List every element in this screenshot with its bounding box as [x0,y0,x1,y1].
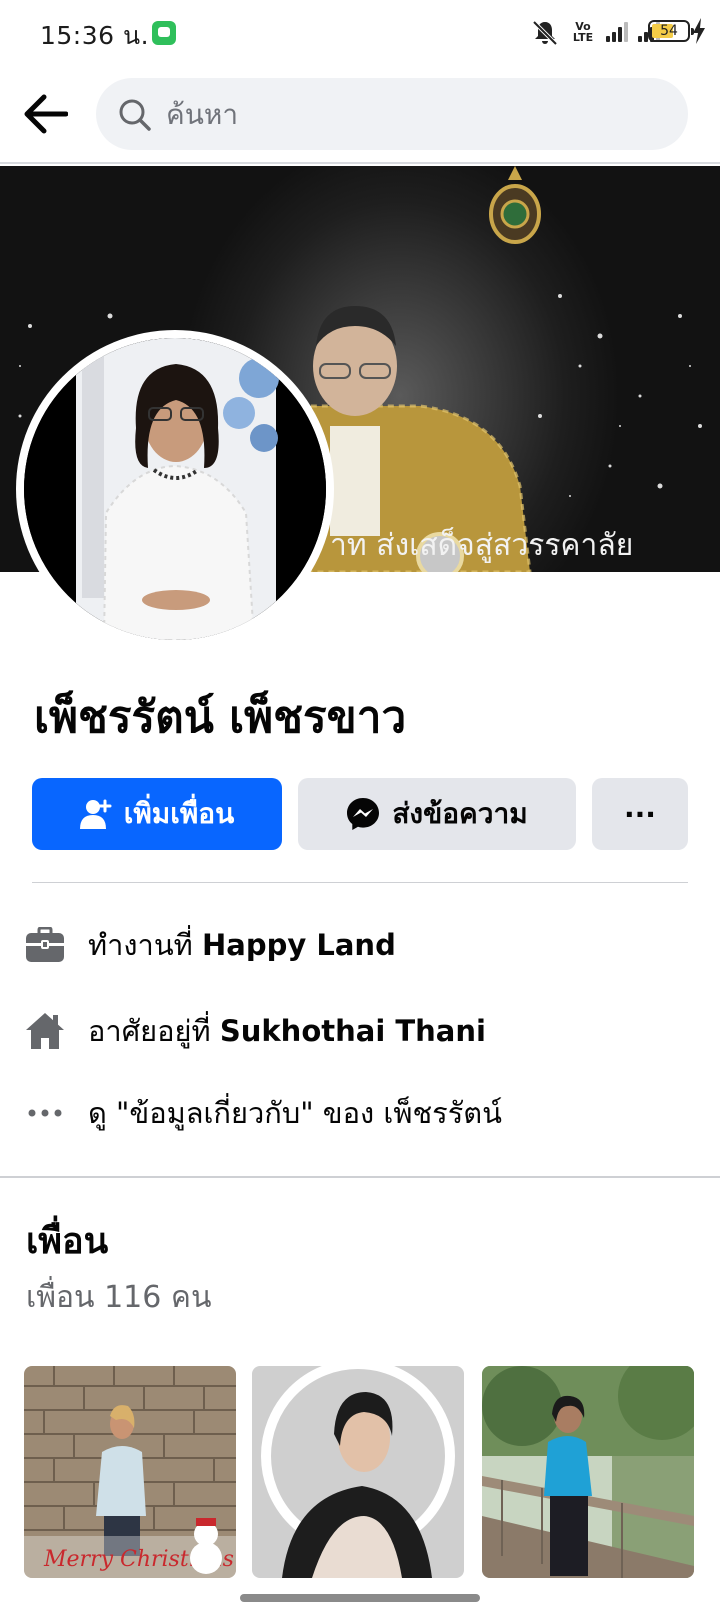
back-button[interactable] [20,88,72,140]
status-bar: 15:36 น. Vo LTE 54 [0,0,720,66]
residence-prefix: อาศัยอยู่ที่ [88,1014,220,1048]
info-about[interactable]: ดู "ข้อมูลเกี่ยวกับ" ของ เพ็ชรรัตน์ [22,1086,702,1140]
work-link[interactable]: Happy Land [202,928,396,962]
battery-level: 54 [660,23,678,39]
profile-avatar[interactable] [16,330,334,648]
friend-photo-3[interactable] [482,1366,694,1578]
search-icon [119,99,151,131]
home-indicator[interactable] [240,1594,480,1602]
more-options-icon: ··· [624,797,656,831]
work-prefix: ทำงานที่ [88,928,203,962]
search-input[interactable] [166,78,666,150]
friends-title: เพื่อน [26,1221,109,1262]
app-bar [0,66,720,164]
friends-count: เพื่อน 116 คน [26,1280,212,1315]
profile-name: เพ็ชรรัตน์ เพ็ชรขาว [34,692,407,743]
message-label: ส่งข้อความ [392,797,528,830]
royal-emblem-icon [489,166,541,244]
section-divider [0,1176,720,1178]
briefcase-icon [22,922,68,968]
messenger-icon [347,798,380,830]
message-button[interactable]: ส่งข้อความ [298,778,576,850]
more-options-button[interactable]: ··· [592,778,688,850]
charging-bolt-icon [693,18,705,44]
home-icon [22,1008,68,1054]
add-friend-icon [79,799,112,829]
messages-notification-icon [152,21,176,45]
info-work: ทำงานที่ Happy Land [22,918,702,972]
add-friend-button[interactable]: เพิ่มเพื่อน [32,778,282,850]
status-time: 15:36 น. [40,21,150,50]
arrow-left-icon [24,94,68,134]
mute-bell-icon [532,20,558,46]
residence-link[interactable]: Sukhothai Thani [220,1014,486,1048]
more-dots-icon [22,1090,68,1136]
avatar-photo [24,338,326,640]
divider [32,882,688,883]
battery-icon: 54 [648,20,694,42]
search-bar[interactable] [96,78,688,150]
signal-4g-icon [606,22,628,42]
cover-caption: าท ส่งเสด็จสู่สวรรคาลัย [330,528,634,563]
friend-photo-2[interactable] [252,1366,464,1578]
add-friend-label: เพิ่มเพื่อน [123,797,235,830]
info-residence: อาศัยอยู่ที่ Sukhothai Thani [22,1004,702,1058]
friend-photo-1[interactable]: Merry Christmas [24,1366,236,1578]
status-icons: Vo LTE [530,17,660,47]
volte-icon: Vo LTE [572,20,594,44]
about-link[interactable]: ดู "ข้อมูลเกี่ยวกับ" ของ เพ็ชรรัตน์ [88,1090,502,1136]
